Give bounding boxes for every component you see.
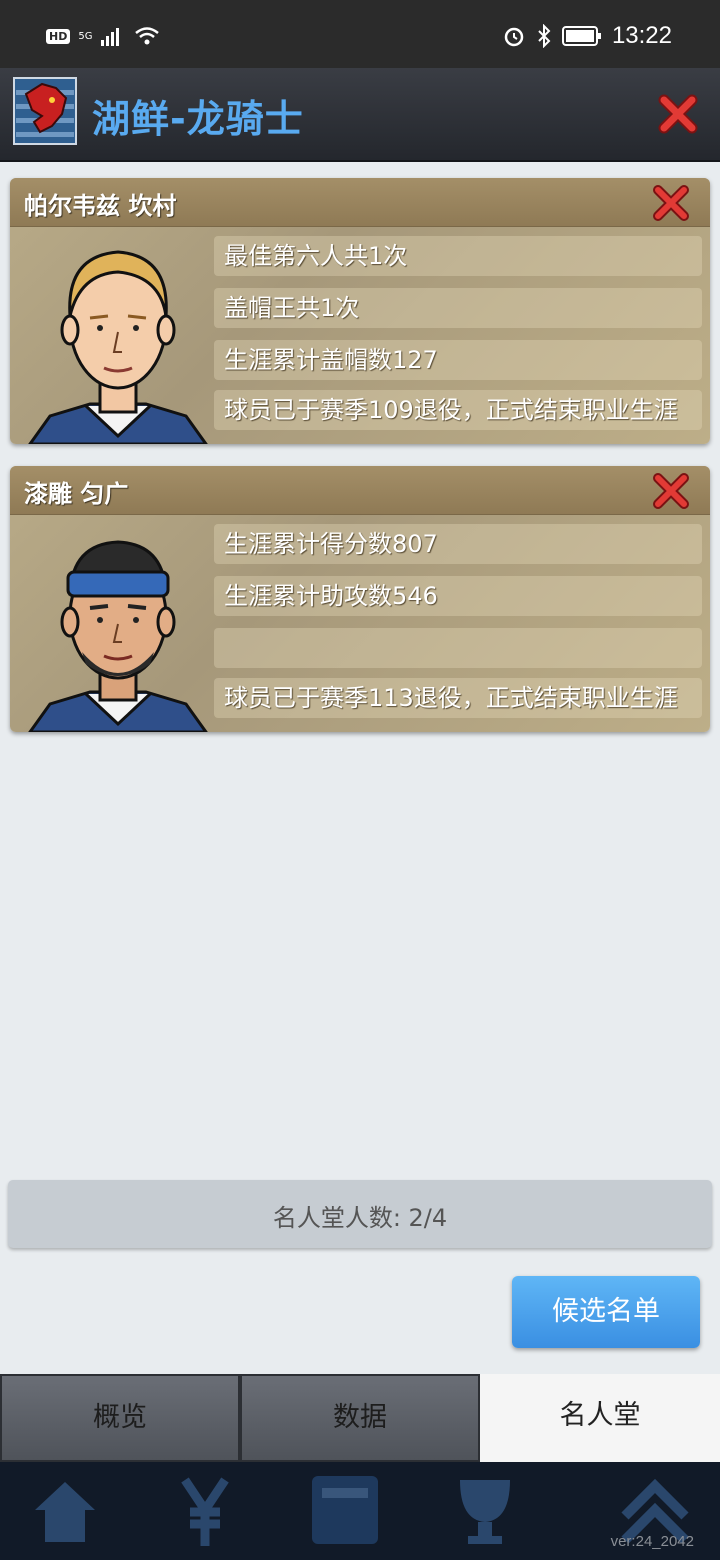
player-stat: 生涯累计助攻数546 xyxy=(214,576,702,616)
home-nav-icon[interactable] xyxy=(20,1470,110,1550)
bottom-nav: ver:24_2042 xyxy=(0,1462,720,1560)
title-bar: 湖鲜-龙骑士 xyxy=(0,68,720,162)
player-card-header: 帕尔韦兹 坎村 xyxy=(10,178,710,227)
status-right: 13:22 xyxy=(502,22,672,50)
signal-icon xyxy=(101,28,120,46)
network-badge: 5G xyxy=(78,30,93,42)
clock: 13:22 xyxy=(611,22,672,49)
player-stat: 球员已于赛季113退役，正式结束职业生涯 xyxy=(214,678,702,718)
status-left: HD 5G xyxy=(46,26,160,46)
hd-badge: HD xyxy=(46,28,71,44)
trophy-nav-icon[interactable] xyxy=(440,1470,530,1550)
page-title: 湖鲜-龙骑士 xyxy=(92,97,304,141)
player-stat: 最佳第六人共1次 xyxy=(214,236,702,276)
alarm-icon xyxy=(504,27,524,47)
player-stat: 球员已于赛季109退役，正式结束职业生涯 xyxy=(214,390,702,430)
player-stat xyxy=(214,628,702,668)
status-bar: HD 5G 13:22 xyxy=(0,0,720,68)
player-stat: 生涯累计盖帽数127 xyxy=(214,340,702,380)
tab-overview[interactable]: 概览 xyxy=(0,1374,240,1462)
player-card: 漆雕 匀广 生涯累计得分数807 生涯累计助攻数546 球员已于赛季113退役，… xyxy=(10,466,710,732)
battery-icon xyxy=(561,26,601,46)
candidate-list-button[interactable]: 候选名单 xyxy=(512,1276,700,1348)
hall-count-label: 名人堂人数: 2/4 xyxy=(272,1204,448,1232)
bluetooth-icon xyxy=(538,24,551,48)
player-card-header: 漆雕 匀广 xyxy=(10,466,710,515)
tab-data[interactable]: 数据 xyxy=(240,1374,480,1462)
hall-count-bar: 名人堂人数: 2/4 xyxy=(8,1180,712,1248)
player-name: 帕尔韦兹 坎村 xyxy=(24,192,177,220)
player-name: 漆雕 匀广 xyxy=(24,480,129,508)
player-card: 帕尔韦兹 坎村 最佳第六人共1次 盖帽王共1次 生涯累计盖帽数127 球员已于赛… xyxy=(10,178,710,444)
finance-nav-icon[interactable] xyxy=(160,1470,250,1550)
tab-hall-of-fame[interactable]: 名人堂 xyxy=(480,1374,720,1462)
team-logo-dragon-icon xyxy=(13,77,77,145)
wifi-icon xyxy=(135,27,160,45)
player-stat: 生涯累计得分数807 xyxy=(214,524,702,564)
remove-player-icon[interactable] xyxy=(650,182,692,224)
roster-nav-icon[interactable] xyxy=(300,1470,390,1550)
player-avatar xyxy=(28,540,208,732)
player-stat: 盖帽王共1次 xyxy=(214,288,702,328)
version-label: ver:24_2042 xyxy=(610,1533,694,1550)
remove-player-icon[interactable] xyxy=(650,470,692,512)
close-icon[interactable] xyxy=(656,92,700,136)
player-avatar xyxy=(28,250,208,444)
